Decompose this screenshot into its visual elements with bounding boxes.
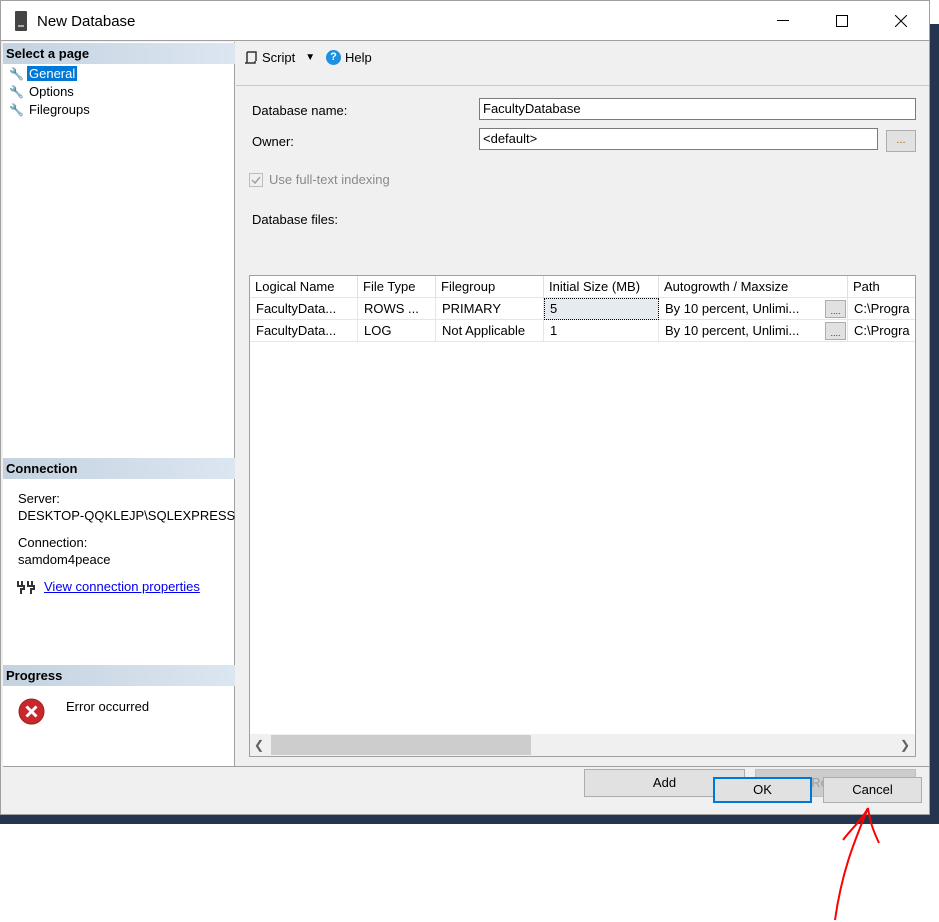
database-name-input[interactable]: FacultyDatabase (479, 98, 916, 120)
owner-label: Owner: (252, 134, 294, 149)
owner-input[interactable]: <default> (479, 128, 878, 150)
divider (3, 766, 929, 767)
column-header[interactable]: Initial Size (MB) (544, 276, 659, 298)
database-name-label: Database name: (252, 103, 348, 118)
column-header[interactable]: File Type (358, 276, 436, 298)
scroll-left-icon[interactable]: ❮ (254, 738, 264, 752)
initial-size-cell[interactable]: 1 (544, 320, 659, 342)
close-button[interactable] (873, 1, 929, 41)
ok-button[interactable]: OK (713, 777, 812, 803)
scrollbar-thumb[interactable] (271, 735, 531, 755)
new-database-dialog: New Database Select a page 🔧 General 🔧 Opt… (0, 0, 930, 815)
column-header[interactable]: Logical Name (250, 276, 358, 298)
progress-header: Progress (3, 665, 235, 686)
file-type-cell[interactable]: ROWS ... (358, 298, 436, 320)
dropdown-arrow-icon[interactable]: ▼ (305, 52, 315, 63)
scroll-right-icon[interactable]: ❯ (900, 738, 910, 752)
page-label: Filegroups (29, 102, 90, 117)
script-label: Script (262, 50, 296, 65)
filegroup-cell[interactable]: Not Applicable (436, 320, 544, 342)
owner-browse-button[interactable]: ... (886, 130, 916, 152)
script-button[interactable]: Script ▼ (244, 50, 315, 65)
server-label: Server: (18, 491, 60, 506)
desktop-background (0, 815, 939, 824)
wrench-icon: 🔧 (9, 66, 24, 81)
select-page-header: Select a page (3, 43, 235, 64)
help-button[interactable]: ? Help (326, 50, 372, 65)
connection-label: Connection: (18, 535, 88, 550)
page-options[interactable]: 🔧 Options (9, 83, 76, 100)
server-icon (15, 11, 27, 31)
column-header[interactable]: Path (848, 276, 915, 298)
connection-value: samdom4peace (18, 552, 111, 567)
help-label: Help (345, 50, 372, 65)
grid-header-row: Logical Name File Type Filegroup Initial… (250, 276, 915, 298)
logical-name-cell[interactable]: FacultyData... (250, 298, 358, 320)
autogrowth-value: By 10 percent, Unlimi... (665, 323, 800, 338)
left-pane: Select a page 🔧 General 🔧 Options 🔧 Filegro… (3, 42, 235, 766)
wrench-icon: 🔧 (9, 84, 24, 99)
database-files-label: Database files: (252, 212, 338, 227)
title-bar: New Database (1, 1, 929, 41)
general-page-panel: Database name: FacultyDatabase Owner: <d… (236, 85, 929, 797)
wrench-icon: 🔧 (9, 102, 24, 117)
path-cell[interactable]: C:\Progra (848, 320, 915, 342)
maximize-button[interactable] (814, 1, 870, 41)
fulltext-indexing-checkbox[interactable]: Use full-text indexing (249, 172, 390, 187)
autogrowth-browse-button[interactable]: .... (825, 300, 846, 318)
autogrowth-value: By 10 percent, Unlimi... (665, 301, 800, 316)
file-type-cell[interactable]: LOG (358, 320, 436, 342)
autogrowth-browse-button[interactable]: .... (825, 322, 846, 340)
horizontal-scrollbar[interactable]: ❮ ❯ (250, 734, 915, 756)
filegroup-cell[interactable]: PRIMARY (436, 298, 544, 320)
path-cell[interactable]: C:\Progra (848, 298, 915, 320)
cancel-button[interactable]: Cancel (823, 777, 922, 803)
autogrowth-cell[interactable]: By 10 percent, Unlimi....... (659, 320, 848, 342)
page-general[interactable]: 🔧 General (9, 65, 78, 82)
column-header[interactable]: Filegroup (436, 276, 544, 298)
page-label: General (27, 66, 78, 81)
column-header[interactable]: Autogrowth / Maxsize (659, 276, 848, 298)
initial-size-cell[interactable]: 5 (544, 298, 659, 320)
error-icon (18, 698, 45, 725)
progress-status: Error occurred (66, 699, 150, 714)
table-row[interactable]: FacultyData... LOG Not Applicable 1 By 1… (250, 320, 915, 342)
server-value: DESKTOP-QQKLEJP\SQLEXPRESS (18, 508, 235, 523)
window-title: New Database (37, 13, 136, 30)
logical-name-cell[interactable]: FacultyData... (250, 320, 358, 342)
desktop-background (929, 24, 939, 824)
autogrowth-cell[interactable]: By 10 percent, Unlimi....... (659, 298, 848, 320)
help-icon: ? (326, 50, 341, 65)
fulltext-label: Use full-text indexing (269, 172, 390, 187)
database-files-grid: Logical Name File Type Filegroup Initial… (249, 275, 916, 757)
minimize-button[interactable] (755, 1, 811, 41)
checkbox-icon (249, 172, 263, 187)
view-connection-properties-link[interactable]: View connection properties (44, 579, 200, 594)
page-label: Options (29, 84, 74, 99)
table-row[interactable]: FacultyData... ROWS ... PRIMARY 5 By 10 … (250, 298, 915, 320)
connection-plug-icon (17, 581, 35, 594)
script-icon (245, 50, 257, 64)
connection-header: Connection (3, 458, 235, 479)
page-filegroups[interactable]: 🔧 Filegroups (9, 101, 92, 118)
right-pane: Script ▼ ? Help Database name: FacultyDa… (236, 42, 929, 797)
